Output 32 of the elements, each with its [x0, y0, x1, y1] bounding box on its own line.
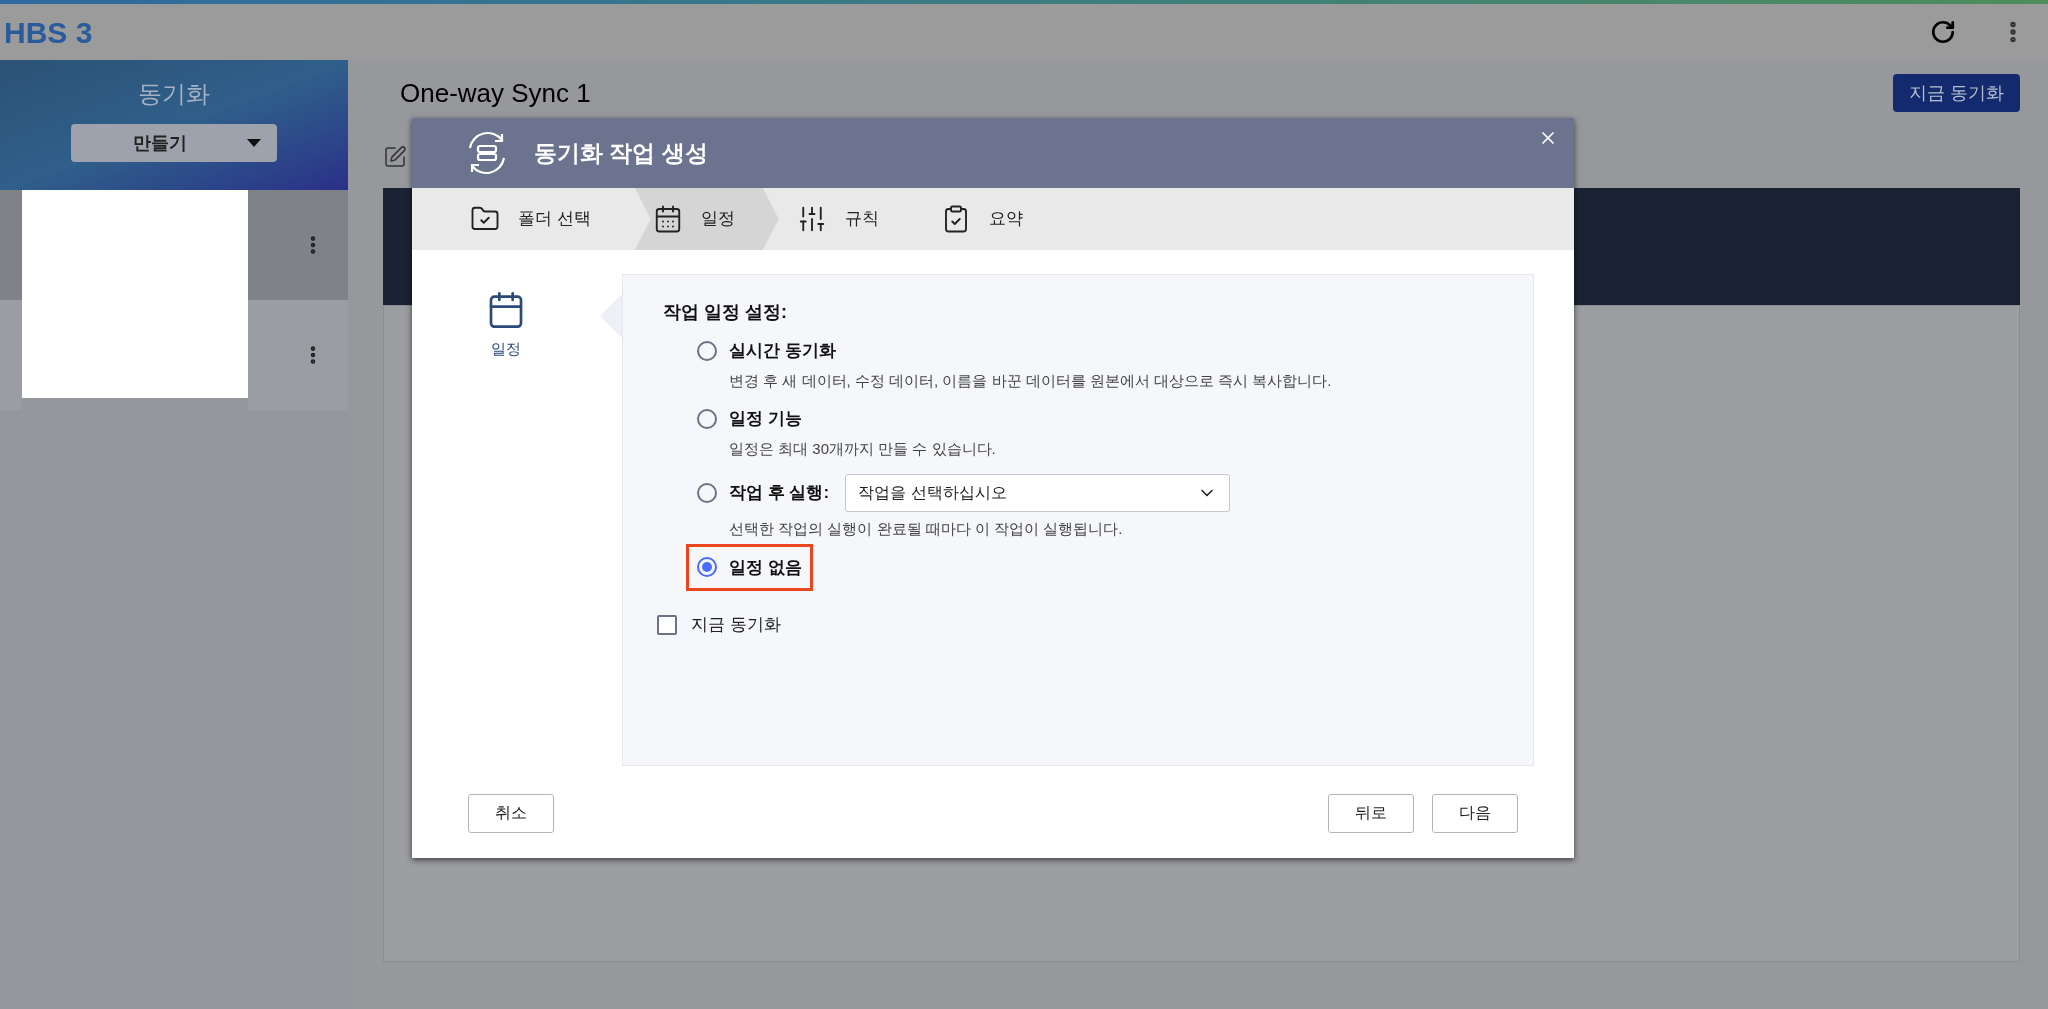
option-label: 일정 없음	[729, 556, 802, 579]
radio-button[interactable]	[697, 408, 717, 429]
job-title: One-way Sync 1	[400, 76, 591, 110]
option-description: 변경 후 새 데이터, 수정 데이터, 이름을 바꾼 데이터를 원본에서 대상으로 즉시 복사합니다.	[728, 370, 1333, 391]
radio-button[interactable]	[697, 340, 717, 361]
section-label: 일정	[491, 339, 521, 359]
radio-button[interactable]	[697, 483, 717, 503]
option-label: 실시간 동기화	[729, 340, 836, 362]
cancel-button[interactable]: 취소	[468, 793, 554, 833]
task-select[interactable]: 작업을 선택하십시오	[845, 474, 1231, 512]
caret-icon	[247, 139, 261, 147]
option-label: 일정 기능	[729, 408, 802, 430]
wizard-step[interactable]: 일정	[634, 188, 779, 250]
next-button[interactable]: 다음	[1432, 793, 1518, 833]
create-dropdown[interactable]: 만들기	[71, 124, 277, 162]
back-button[interactable]: 뒤로	[1328, 793, 1414, 833]
option-description: 일정은 최대 30개까지 만들 수 있습니다.	[728, 438, 997, 459]
radio-button[interactable]	[697, 557, 717, 578]
dialog-title: 동기화 작업 생성	[534, 138, 708, 168]
wizard-step[interactable]: 요약	[922, 188, 1067, 250]
wizard-step[interactable]: 폴더 선택	[452, 188, 635, 250]
schedule-heading: 작업 일정 설정:	[663, 301, 787, 324]
sidebar-title: 동기화	[138, 79, 210, 109]
sync-now-button[interactable]: 지금 동기화	[1893, 74, 2020, 112]
edit-icon[interactable]	[383, 145, 407, 169]
checkbox-label: 지금 동기화	[691, 614, 781, 636]
wizard-step[interactable]: 규칙	[778, 188, 923, 250]
option-label: 작업 후 실행:	[729, 482, 830, 505]
refresh-icon[interactable]	[1930, 19, 1956, 45]
checkbox[interactable]	[657, 614, 677, 635]
option-description: 선택한 작업의 실행이 완료될 때마다 이 작업이 실행됩니다.	[728, 519, 1124, 539]
app-title: HBS 3	[4, 14, 93, 51]
